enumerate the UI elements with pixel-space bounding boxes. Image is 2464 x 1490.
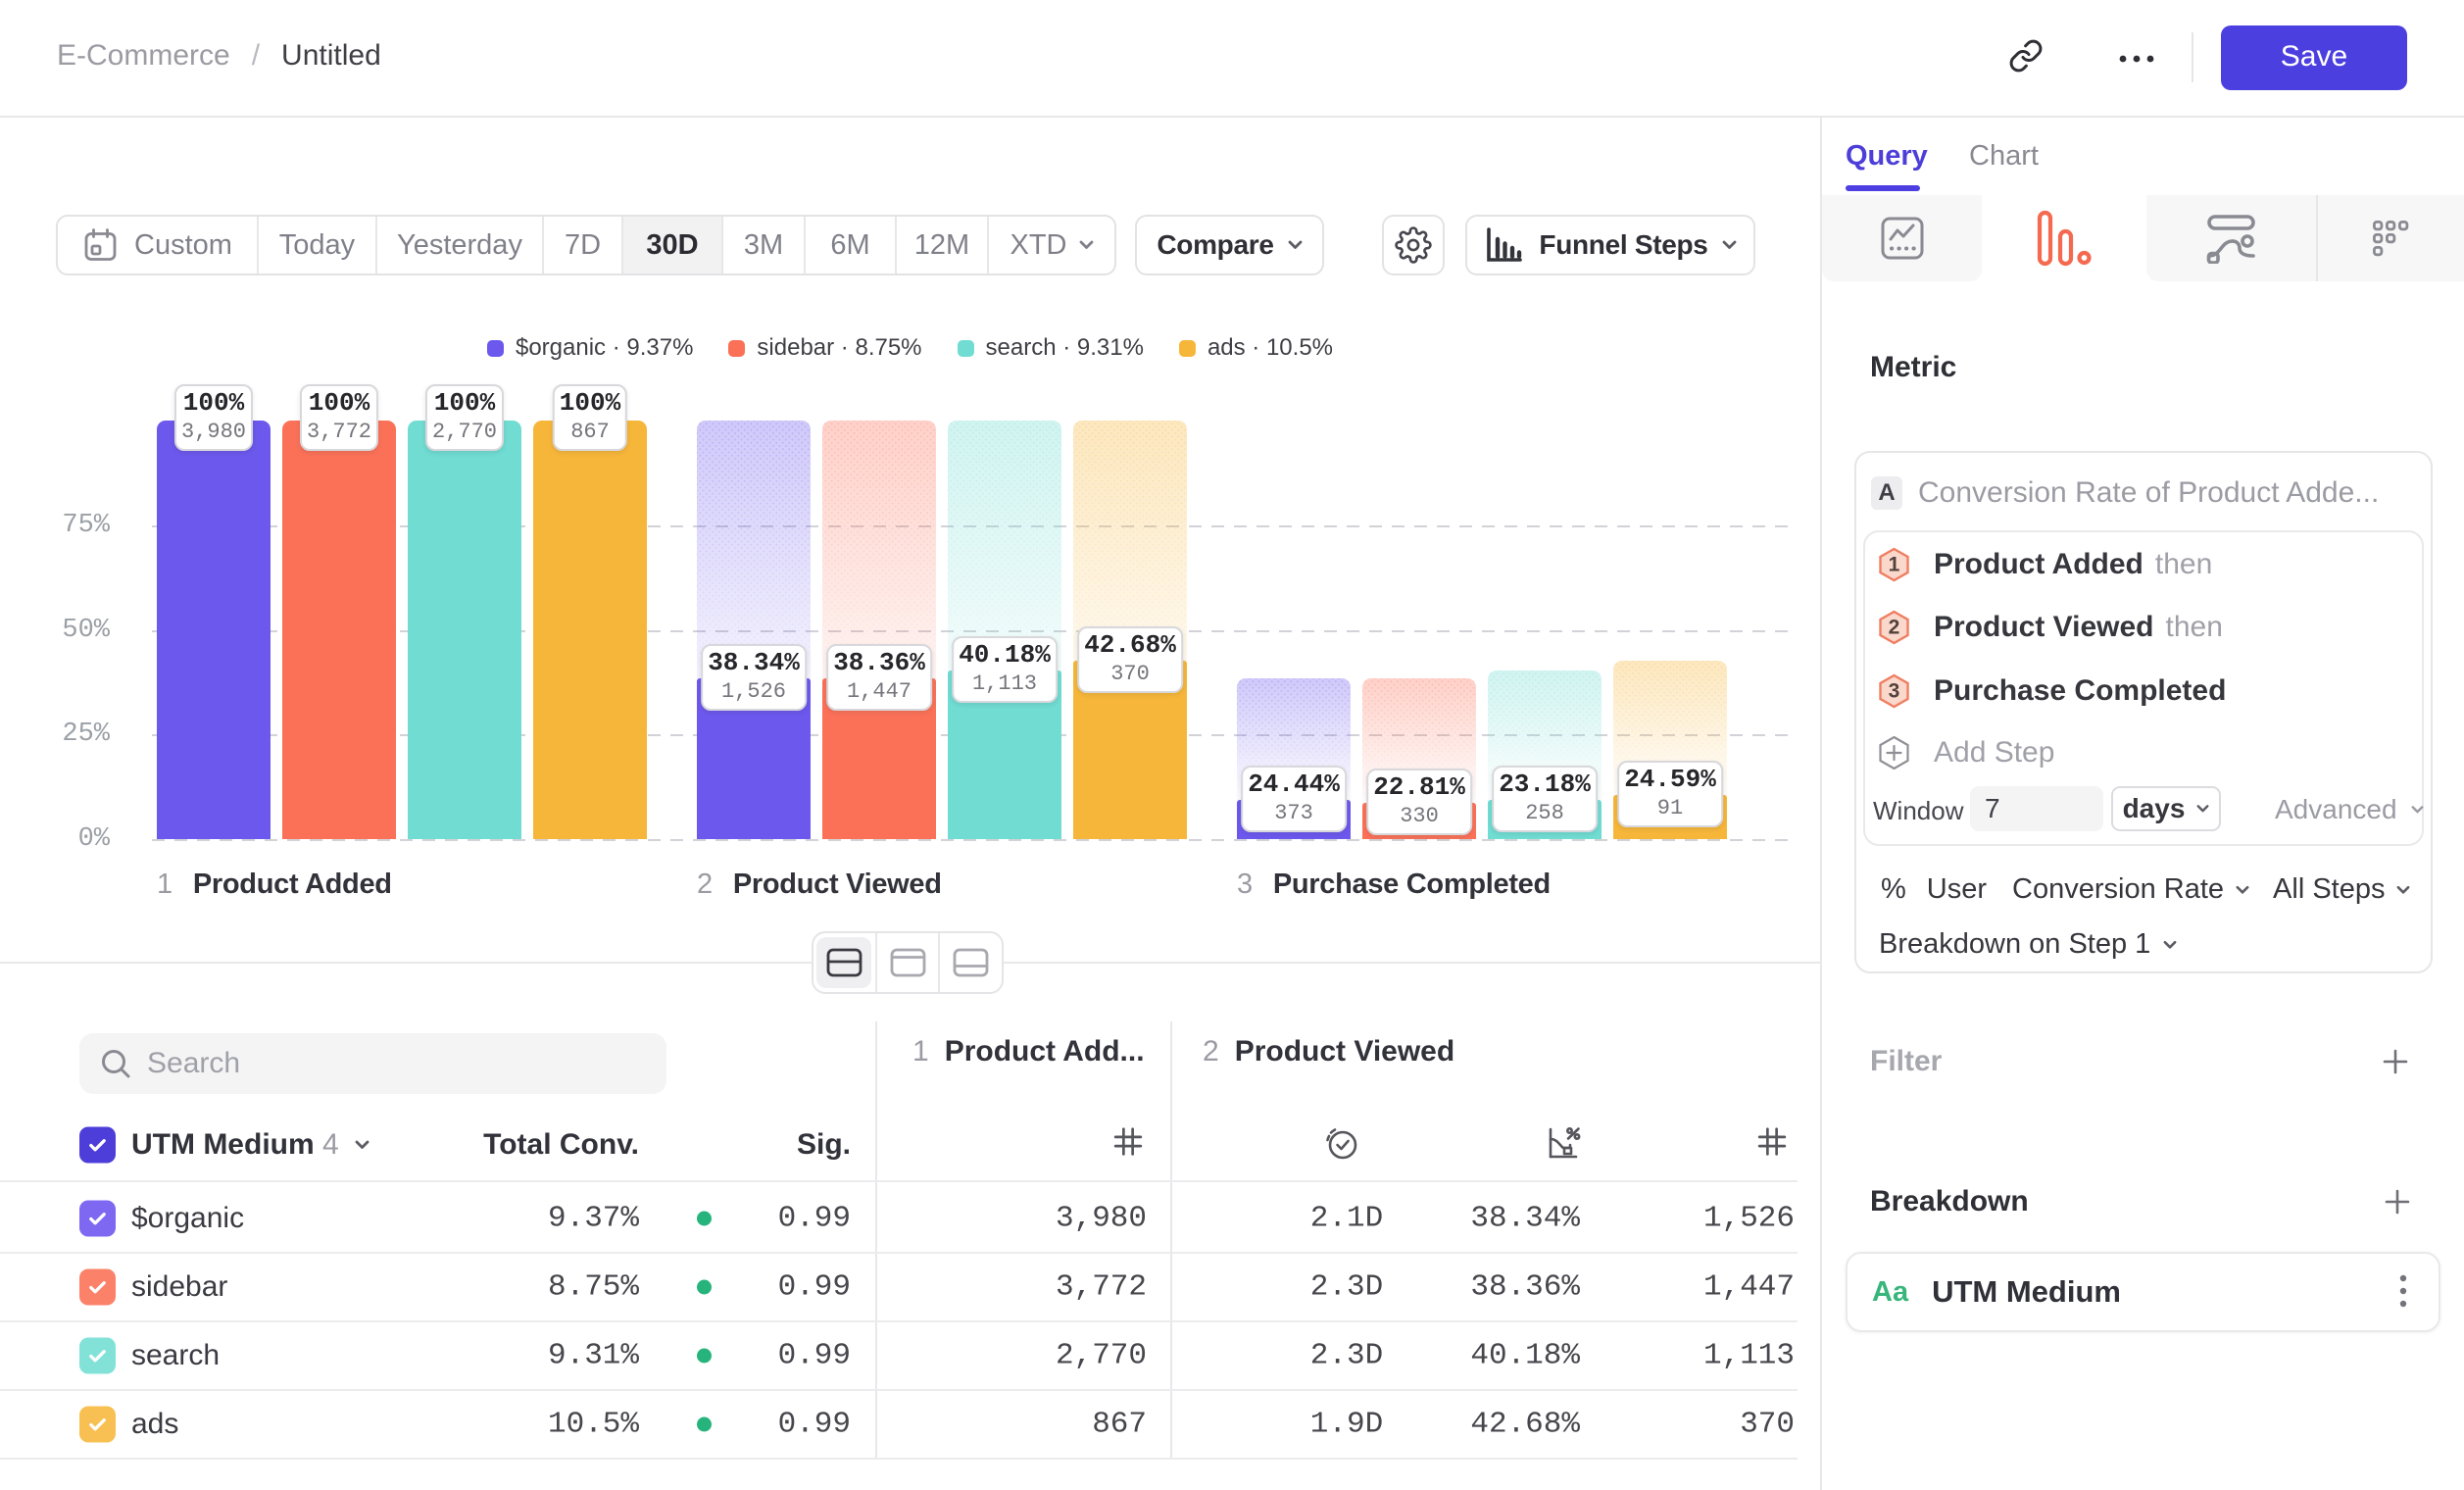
svg-text:1: 1: [1889, 554, 1900, 576]
svg-text:3: 3: [1889, 680, 1900, 703]
svg-text:2: 2: [1889, 617, 1900, 639]
